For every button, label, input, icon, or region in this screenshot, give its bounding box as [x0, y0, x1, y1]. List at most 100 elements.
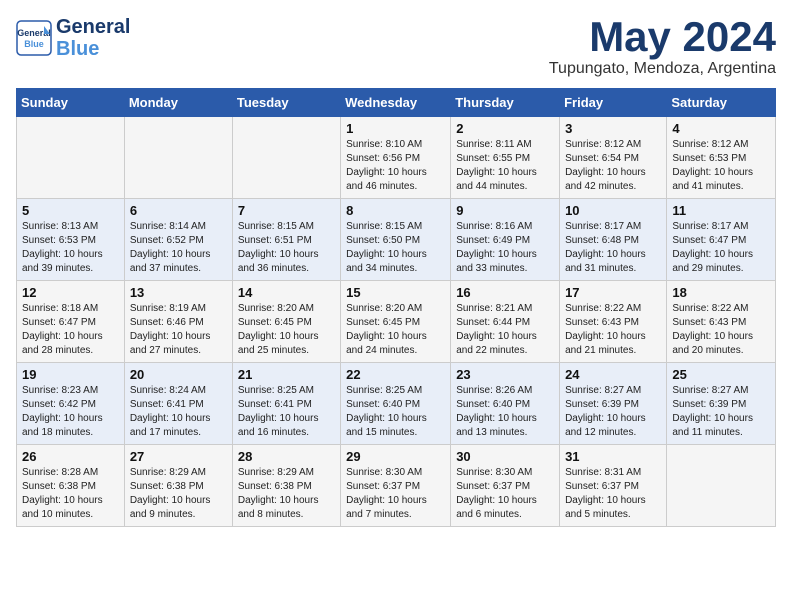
day-number: 29: [346, 449, 445, 464]
logo-blue: Blue: [56, 38, 130, 60]
day-info: Sunrise: 8:22 AMSunset: 6:43 PMDaylight:…: [672, 302, 770, 358]
day-info: Sunrise: 8:25 AMSunset: 6:41 PMDaylight:…: [238, 384, 335, 440]
location: Tupungato, Mendoza, Argentina: [549, 60, 776, 78]
day-number: 15: [346, 285, 445, 300]
day-number: 20: [130, 367, 227, 382]
week-row-5: 26 Sunrise: 8:28 AMSunset: 6:38 PMDayligh…: [17, 445, 776, 527]
day-info: Sunrise: 8:11 AMSunset: 6:55 PMDaylight:…: [456, 138, 554, 194]
day-info: Sunrise: 8:10 AMSunset: 6:56 PMDaylight:…: [346, 138, 445, 194]
calendar-cell: 25 Sunrise: 8:27 AMSunset: 6:39 PMDayligh…: [667, 363, 776, 445]
day-number: 21: [238, 367, 335, 382]
col-header-saturday: Saturday: [667, 89, 776, 117]
day-number: 1: [346, 121, 445, 136]
calendar-cell: 5 Sunrise: 8:13 AMSunset: 6:53 PMDaylight…: [17, 199, 125, 281]
day-info: Sunrise: 8:20 AMSunset: 6:45 PMDaylight:…: [346, 302, 445, 358]
calendar-cell: 27 Sunrise: 8:29 AMSunset: 6:38 PMDayligh…: [124, 445, 232, 527]
calendar-cell: 3 Sunrise: 8:12 AMSunset: 6:54 PMDaylight…: [560, 117, 667, 199]
day-number: 19: [22, 367, 119, 382]
logo-icon: General Blue: [16, 20, 52, 56]
day-info: Sunrise: 8:12 AMSunset: 6:54 PMDaylight:…: [565, 138, 661, 194]
day-info: Sunrise: 8:19 AMSunset: 6:46 PMDaylight:…: [130, 302, 227, 358]
day-number: 9: [456, 203, 554, 218]
day-info: Sunrise: 8:18 AMSunset: 6:47 PMDaylight:…: [22, 302, 119, 358]
col-header-thursday: Thursday: [451, 89, 560, 117]
day-info: Sunrise: 8:24 AMSunset: 6:41 PMDaylight:…: [130, 384, 227, 440]
calendar-cell: [232, 117, 340, 199]
col-header-wednesday: Wednesday: [341, 89, 451, 117]
calendar-cell: 7 Sunrise: 8:15 AMSunset: 6:51 PMDaylight…: [232, 199, 340, 281]
week-row-3: 12Sunrise: 8:18 AMSunset: 6:47 PMDayligh…: [17, 281, 776, 363]
calendar-cell: 16Sunrise: 8:21 AMSunset: 6:44 PMDayligh…: [451, 281, 560, 363]
logo-general: General: [56, 16, 130, 38]
day-info: Sunrise: 8:13 AMSunset: 6:53 PMDaylight:…: [22, 220, 119, 276]
calendar-cell: 9 Sunrise: 8:16 AMSunset: 6:49 PMDaylight…: [451, 199, 560, 281]
day-number: 28: [238, 449, 335, 464]
day-info: Sunrise: 8:22 AMSunset: 6:43 PMDaylight:…: [565, 302, 661, 358]
col-header-tuesday: Tuesday: [232, 89, 340, 117]
day-info: Sunrise: 8:29 AMSunset: 6:38 PMDaylight:…: [238, 466, 335, 522]
day-info: Sunrise: 8:16 AMSunset: 6:49 PMDaylight:…: [456, 220, 554, 276]
col-header-sunday: Sunday: [17, 89, 125, 117]
calendar-cell: 12Sunrise: 8:18 AMSunset: 6:47 PMDayligh…: [17, 281, 125, 363]
day-number: 4: [672, 121, 770, 136]
day-info: Sunrise: 8:28 AMSunset: 6:38 PMDaylight:…: [22, 466, 119, 522]
day-number: 7: [238, 203, 335, 218]
calendar-cell: 22Sunrise: 8:25 AMSunset: 6:40 PMDayligh…: [341, 363, 451, 445]
day-number: 10: [565, 203, 661, 218]
day-number: 26: [22, 449, 119, 464]
day-info: Sunrise: 8:29 AMSunset: 6:38 PMDaylight:…: [130, 466, 227, 522]
day-info: Sunrise: 8:30 AMSunset: 6:37 PMDaylight:…: [346, 466, 445, 522]
calendar-cell: 20 Sunrise: 8:24 AMSunset: 6:41 PMDayligh…: [124, 363, 232, 445]
day-info: Sunrise: 8:27 AMSunset: 6:39 PMDaylight:…: [672, 384, 770, 440]
col-header-friday: Friday: [560, 89, 667, 117]
calendar-cell: 29 Sunrise: 8:30 AMSunset: 6:37 PMDayligh…: [341, 445, 451, 527]
calendar-cell: 11Sunrise: 8:17 AMSunset: 6:47 PMDayligh…: [667, 199, 776, 281]
day-number: 6: [130, 203, 227, 218]
calendar-cell: 10Sunrise: 8:17 AMSunset: 6:48 PMDayligh…: [560, 199, 667, 281]
day-number: 27: [130, 449, 227, 464]
day-number: 18: [672, 285, 770, 300]
col-header-monday: Monday: [124, 89, 232, 117]
calendar-cell: 15 Sunrise: 8:20 AMSunset: 6:45 PMDayligh…: [341, 281, 451, 363]
day-number: 23: [456, 367, 554, 382]
calendar-cell: 1 Sunrise: 8:10 AMSunset: 6:56 PMDaylight…: [341, 117, 451, 199]
calendar-cell: 31 Sunrise: 8:31 AMSunset: 6:37 PMDayligh…: [560, 445, 667, 527]
day-info: Sunrise: 8:15 AMSunset: 6:51 PMDaylight:…: [238, 220, 335, 276]
day-info: Sunrise: 8:21 AMSunset: 6:44 PMDaylight:…: [456, 302, 554, 358]
calendar-cell: 28 Sunrise: 8:29 AMSunset: 6:38 PMDayligh…: [232, 445, 340, 527]
calendar-cell: 26 Sunrise: 8:28 AMSunset: 6:38 PMDayligh…: [17, 445, 125, 527]
calendar-cell: [17, 117, 125, 199]
day-info: Sunrise: 8:31 AMSunset: 6:37 PMDaylight:…: [565, 466, 661, 522]
day-number: 24: [565, 367, 661, 382]
day-number: 5: [22, 203, 119, 218]
day-info: Sunrise: 8:30 AMSunset: 6:37 PMDaylight:…: [456, 466, 554, 522]
calendar-cell: 30 Sunrise: 8:30 AMSunset: 6:37 PMDayligh…: [451, 445, 560, 527]
day-info: Sunrise: 8:26 AMSunset: 6:40 PMDaylight:…: [456, 384, 554, 440]
day-info: Sunrise: 8:20 AMSunset: 6:45 PMDaylight:…: [238, 302, 335, 358]
day-info: Sunrise: 8:12 AMSunset: 6:53 PMDaylight:…: [672, 138, 770, 194]
calendar-cell: 17Sunrise: 8:22 AMSunset: 6:43 PMDayligh…: [560, 281, 667, 363]
calendar-cell: 24Sunrise: 8:27 AMSunset: 6:39 PMDayligh…: [560, 363, 667, 445]
calendar-cell: 21 Sunrise: 8:25 AMSunset: 6:41 PMDayligh…: [232, 363, 340, 445]
day-info: Sunrise: 8:17 AMSunset: 6:47 PMDaylight:…: [672, 220, 770, 276]
day-info: Sunrise: 8:25 AMSunset: 6:40 PMDaylight:…: [346, 384, 445, 440]
day-number: 3: [565, 121, 661, 136]
day-number: 31: [565, 449, 661, 464]
week-row-2: 5 Sunrise: 8:13 AMSunset: 6:53 PMDaylight…: [17, 199, 776, 281]
calendar-cell: 13Sunrise: 8:19 AMSunset: 6:46 PMDayligh…: [124, 281, 232, 363]
logo: General Blue General Blue: [16, 16, 130, 60]
calendar-cell: 6Sunrise: 8:14 AMSunset: 6:52 PMDaylight…: [124, 199, 232, 281]
day-info: Sunrise: 8:15 AMSunset: 6:50 PMDaylight:…: [346, 220, 445, 276]
svg-text:Blue: Blue: [24, 39, 44, 49]
calendar-cell: 18 Sunrise: 8:22 AMSunset: 6:43 PMDayligh…: [667, 281, 776, 363]
calendar-cell: 4 Sunrise: 8:12 AMSunset: 6:53 PMDaylight…: [667, 117, 776, 199]
day-number: 2: [456, 121, 554, 136]
day-number: 25: [672, 367, 770, 382]
week-row-1: 1 Sunrise: 8:10 AMSunset: 6:56 PMDaylight…: [17, 117, 776, 199]
month-title: May 2024: [549, 16, 776, 58]
calendar-cell: [124, 117, 232, 199]
page-header: General Blue General Blue May 2024 Tupun…: [16, 16, 776, 78]
calendar-table: SundayMondayTuesdayWednesdayThursdayFrid…: [16, 88, 776, 527]
day-number: 30: [456, 449, 554, 464]
calendar-cell: 23 Sunrise: 8:26 AMSunset: 6:40 PMDayligh…: [451, 363, 560, 445]
